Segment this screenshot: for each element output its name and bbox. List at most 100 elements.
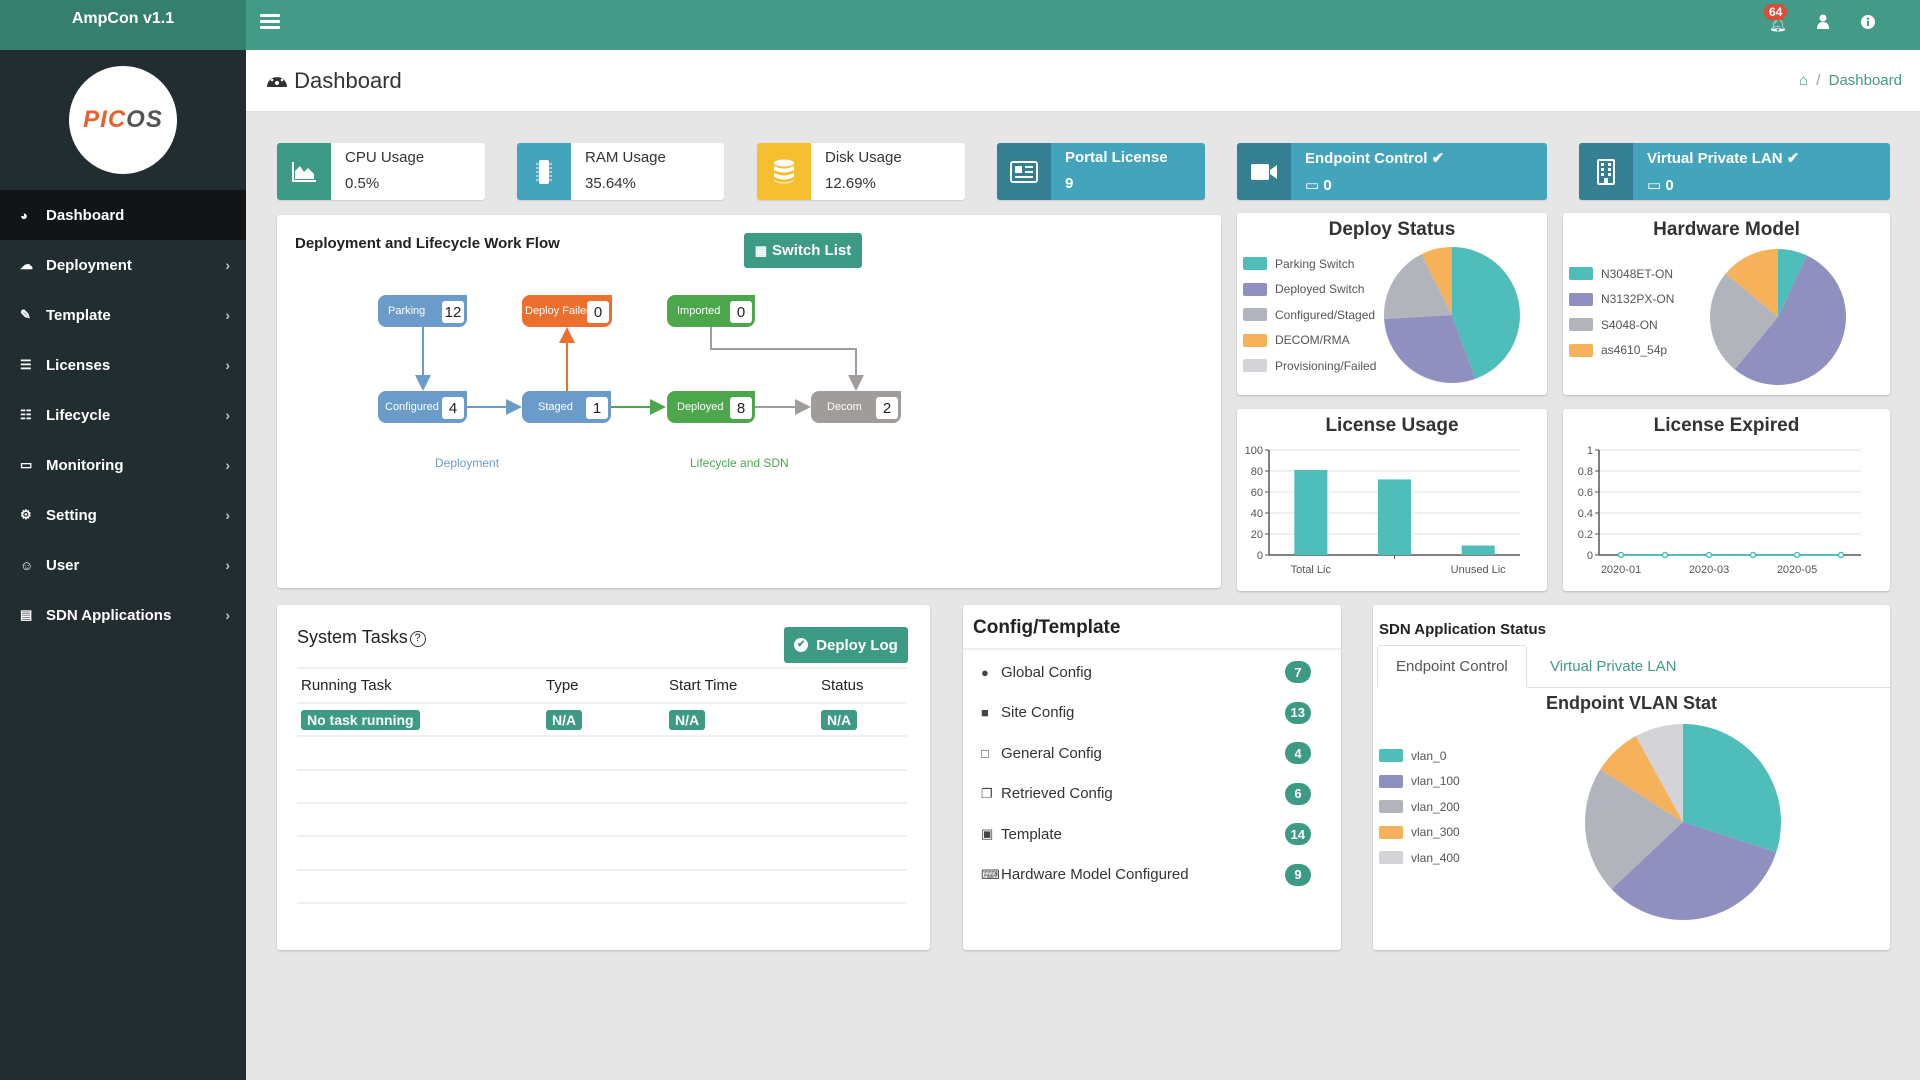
stat-portal-license[interactable]: Portal License 9 bbox=[997, 143, 1205, 200]
legend-label: N3048ET-ON bbox=[1601, 266, 1674, 281]
data-point[interactable] bbox=[1793, 551, 1801, 559]
task-status-tag: N/A bbox=[821, 709, 858, 730]
legend-item[interactable]: vlan_400 bbox=[1379, 845, 1460, 871]
config-item-label: General Config bbox=[1001, 744, 1102, 762]
node-deploy-failed[interactable]: Deploy Failed 0 bbox=[522, 295, 612, 327]
sidebar-item-label: Setting bbox=[46, 506, 97, 524]
data-point[interactable] bbox=[1705, 551, 1713, 559]
legend-item[interactable]: Parking Switch bbox=[1243, 251, 1376, 277]
config-item-global-config[interactable]: ● Global Config 7 bbox=[963, 652, 1341, 693]
edit-icon: ✎ bbox=[20, 307, 31, 322]
config-item-template[interactable]: ▣ Template 14 bbox=[963, 814, 1341, 855]
data-point[interactable] bbox=[1749, 551, 1757, 559]
legend-swatch bbox=[1243, 308, 1267, 322]
stat-ram-usage[interactable]: RAM Usage 35.64% bbox=[517, 143, 724, 200]
legend-item[interactable]: Deployed Switch bbox=[1243, 277, 1376, 303]
legend-item[interactable]: N3048ET-ON bbox=[1569, 261, 1674, 287]
chevron-right-icon: › bbox=[225, 507, 230, 523]
node-parking[interactable]: Parking 12 bbox=[378, 295, 467, 327]
node-decom[interactable]: Decom 2 bbox=[811, 391, 901, 423]
legend-item[interactable]: Configured/Staged bbox=[1243, 302, 1376, 328]
legend-item[interactable]: N3132PX-ON bbox=[1569, 287, 1674, 313]
column-header[interactable]: Status bbox=[817, 667, 907, 704]
legend-item[interactable]: vlan_300 bbox=[1379, 820, 1460, 846]
stat-virtual-private-lan[interactable]: Virtual Private LAN ✔︎ ▭ 0 bbox=[1579, 143, 1890, 200]
bar-used-lic[interactable] bbox=[1378, 479, 1411, 555]
chart-legend: N3048ET-ON N3132PX-ON S4048-ON as4610_54p bbox=[1569, 261, 1674, 363]
tab-virtual-private-lan[interactable]: Virtual Private LAN bbox=[1532, 645, 1694, 688]
stat-value: 9 bbox=[1065, 175, 1074, 192]
node-configured[interactable]: Configured 4 bbox=[378, 391, 467, 423]
help-icon[interactable]: ? bbox=[409, 631, 426, 647]
sidebar-item-label: Template bbox=[46, 306, 111, 324]
sidebar-item-setting[interactable]: ⚙ Setting › bbox=[0, 490, 246, 540]
stat-endpoint-control[interactable]: Endpoint Control ✔︎ ▭ 0 bbox=[1237, 143, 1547, 200]
config-item-general-config[interactable]: □ General Config 4 bbox=[963, 733, 1341, 774]
empty-row-divider bbox=[297, 869, 907, 871]
stat-disk-usage[interactable]: Disk Usage 12.69% bbox=[757, 143, 965, 200]
sidebar-item-user[interactable]: ☺ User › bbox=[0, 540, 246, 590]
legend-item[interactable]: vlan_100 bbox=[1379, 769, 1460, 795]
chart-legend: vlan_0 vlan_100 vlan_200 vlan_300 vlan_400 bbox=[1379, 743, 1460, 871]
info-icon[interactable] bbox=[1860, 14, 1876, 33]
chart-title: Deploy Status bbox=[1328, 219, 1456, 240]
sidebar-item-label: Dashboard bbox=[46, 206, 125, 224]
column-header[interactable]: Type bbox=[542, 667, 665, 704]
home-icon[interactable]: ⌂ bbox=[1799, 72, 1808, 89]
sidebar-item-deployment[interactable]: ☁ Deployment › bbox=[0, 240, 246, 290]
menu-icon[interactable] bbox=[260, 14, 280, 30]
sidebar-item-dashboard[interactable]: ◕ Dashboard bbox=[0, 190, 246, 240]
legend-item[interactable]: as4610_54p bbox=[1569, 338, 1674, 364]
config-item-site-config[interactable]: ■ Site Config 13 bbox=[963, 693, 1341, 734]
bar-total-lic[interactable] bbox=[1294, 469, 1328, 555]
data-point[interactable] bbox=[1617, 551, 1625, 559]
license-icon: ☰ bbox=[20, 357, 32, 372]
count-badge: 6 bbox=[1285, 782, 1311, 805]
stat-label: Endpoint Control bbox=[1305, 150, 1428, 167]
chevron-right-icon: › bbox=[225, 257, 230, 273]
stat-cpu-usage[interactable]: CPU Usage 0.5% bbox=[277, 143, 485, 200]
column-header[interactable]: Start Time bbox=[665, 667, 817, 704]
stat-value: 0 bbox=[1665, 177, 1674, 194]
y-tick-label: 0 bbox=[1587, 550, 1593, 562]
legend-label: Configured/Staged bbox=[1275, 307, 1376, 322]
video-camera-icon bbox=[1237, 143, 1291, 200]
config-item-retrieved-config[interactable]: ❐ Retrieved Config 6 bbox=[963, 774, 1341, 815]
legend-item[interactable]: vlan_200 bbox=[1379, 794, 1460, 820]
task-type-tag: N/A bbox=[546, 709, 583, 730]
sidebar-item-monitoring[interactable]: ▭ Monitoring › bbox=[0, 440, 246, 490]
legend-label: Deployed Switch bbox=[1275, 282, 1365, 297]
legend-item[interactable]: S4048-ON bbox=[1569, 312, 1674, 338]
legend-item[interactable]: Provisioning/Failed bbox=[1243, 353, 1376, 379]
newspaper-icon bbox=[997, 143, 1051, 200]
sidebar-item-template[interactable]: ✎ Template › bbox=[0, 290, 246, 340]
data-point[interactable] bbox=[1837, 551, 1845, 559]
sidebar-item-lifecycle[interactable]: ☷ Lifecycle › bbox=[0, 390, 246, 440]
user-icon[interactable] bbox=[1816, 14, 1830, 33]
sidebar-item-licenses[interactable]: ☰ Licenses › bbox=[0, 340, 246, 390]
tab-endpoint-control[interactable]: Endpoint Control bbox=[1377, 645, 1527, 688]
node-label: Parking bbox=[388, 305, 426, 317]
legend-swatch bbox=[1243, 257, 1267, 271]
legend-label: Provisioning/Failed bbox=[1275, 358, 1377, 373]
node-deployed[interactable]: Deployed 8 bbox=[667, 391, 755, 423]
content-header: Dashboard ⌂ / Dashboard bbox=[246, 50, 1920, 112]
node-imported[interactable]: Imported 0 bbox=[667, 295, 755, 327]
node-staged[interactable]: Staged 1 bbox=[522, 391, 611, 423]
config-item-hardware-model-configured[interactable]: ⌨ Hardware Model Configured 9 bbox=[963, 855, 1341, 896]
legend-item[interactable]: DECOM/RMA bbox=[1243, 328, 1376, 354]
deploy-log-button[interactable]: ✔︎ Deploy Log bbox=[784, 627, 908, 663]
notification-badge[interactable]: 64 bbox=[1764, 4, 1788, 20]
node-count: 12 bbox=[442, 301, 464, 323]
file-icon: ■ bbox=[981, 705, 989, 721]
stat-value: 0.5% bbox=[345, 175, 380, 192]
legend-item[interactable]: vlan_0 bbox=[1379, 743, 1460, 769]
breadcrumb-separator: / bbox=[1816, 72, 1821, 89]
monitor-icon: ▭ bbox=[20, 457, 33, 472]
data-point[interactable] bbox=[1661, 551, 1669, 559]
bar-unused-lic[interactable] bbox=[1461, 545, 1495, 555]
sidebar-item-sdn-applications[interactable]: ▤ SDN Applications › bbox=[0, 590, 246, 640]
column-header[interactable]: Running Task bbox=[297, 667, 542, 704]
breadcrumb-current[interactable]: Dashboard bbox=[1829, 72, 1902, 89]
legend-label: DECOM/RMA bbox=[1275, 333, 1350, 348]
